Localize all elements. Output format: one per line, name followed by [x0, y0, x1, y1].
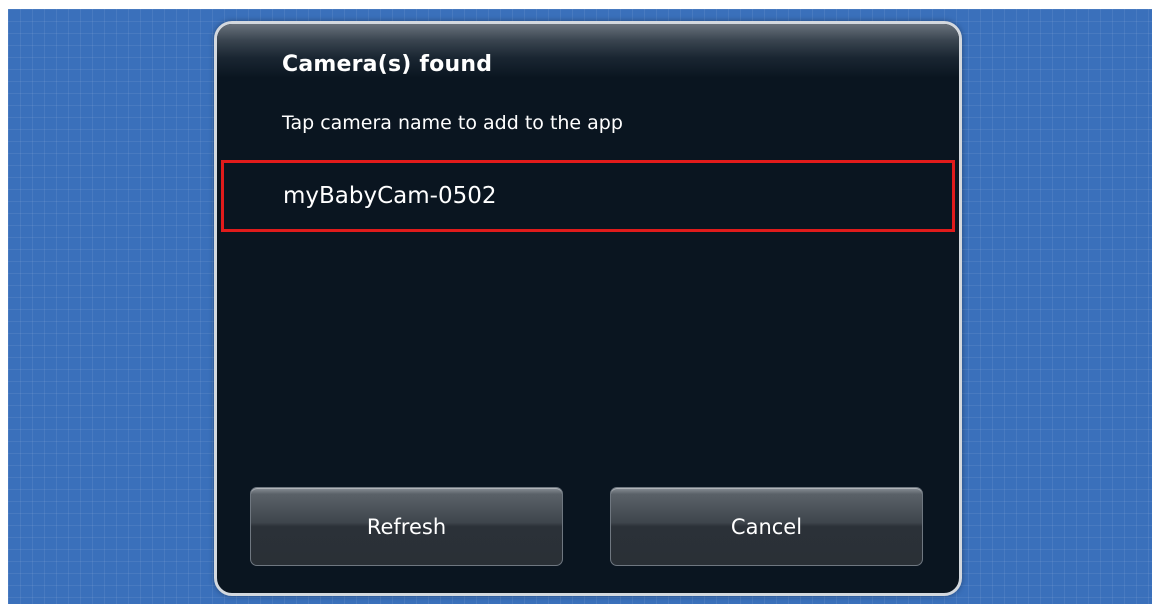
camera-list-item[interactable]: myBabyCam-0502 — [221, 160, 955, 232]
dialog-title: Camera(s) found — [282, 52, 493, 77]
dialog-subtitle: Tap camera name to add to the app — [282, 112, 623, 134]
camera-list: myBabyCam-0502 — [221, 160, 955, 232]
camera-name: myBabyCam-0502 — [283, 183, 497, 209]
app-background: Camera(s) found Tap camera name to add t… — [8, 9, 1152, 604]
camera-found-dialog: Camera(s) found Tap camera name to add t… — [214, 21, 962, 596]
cancel-button[interactable]: Cancel — [610, 487, 923, 566]
refresh-button[interactable]: Refresh — [250, 487, 563, 566]
